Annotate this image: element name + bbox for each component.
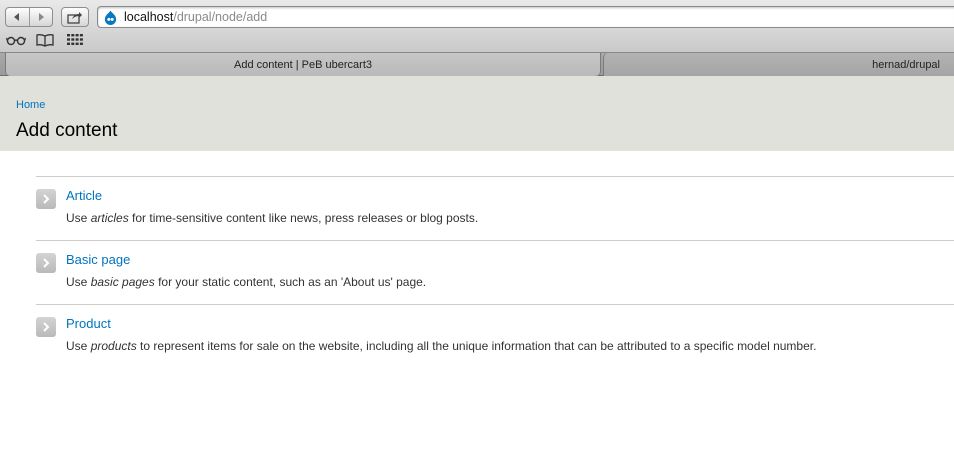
tab-add-content[interactable]: Add content | PeB ubercart3 [5,53,601,76]
list-item: Article Use articles for time-sensitive … [36,176,954,240]
content-type-description: Use basic pages for your static content,… [66,275,427,289]
back-arrow-icon [14,13,20,21]
book-icon [36,34,54,47]
list-item: Basic page Use basic pages for your stat… [36,240,954,304]
content-type-description: Use articles for time-sensitive content … [66,211,479,225]
url-host: localhost [124,10,174,24]
back-button[interactable] [6,8,29,26]
breadcrumb-home[interactable]: Home [16,99,45,111]
tab-hernad-drupal[interactable]: hernad/drupal [603,53,954,76]
bookmarks-button[interactable] [36,33,54,52]
bookmarks-bar [0,31,954,51]
chevron-right-icon[interactable] [36,253,56,273]
address-bar[interactable]: localhost/drupal/node/add [97,6,954,28]
chevron-right-icon[interactable] [36,317,56,337]
grid-icon [67,34,83,45]
url-path: /drupal/node/add [173,10,268,24]
content-type-link-product[interactable]: Product [66,316,111,331]
browser-toolbar: localhost/drupal/node/add [0,0,954,52]
forward-button[interactable] [28,8,53,26]
tab-bar: Add content | PeB ubercart3 hernad/drupa… [0,52,954,76]
content-type-link-basic-page[interactable]: Basic page [66,252,130,267]
glasses-icon [5,36,27,46]
content-type-description: Use products to represent items for sale… [66,339,817,353]
content-type-list: Article Use articles for time-sensitive … [36,176,954,368]
drupal-drop-icon [104,9,117,25]
nav-buttons [5,7,53,27]
share-button[interactable] [61,7,89,27]
forward-arrow-icon [38,13,44,21]
tab-title: Add content | PeB ubercart3 [234,58,372,71]
list-item: Product Use products to represent items … [36,304,954,368]
tab-title: hernad/drupal [872,58,940,71]
reading-list-button[interactable] [5,33,27,52]
page-header: Home Add content [0,76,954,151]
page-title: Add content [16,120,118,141]
top-sites-button[interactable] [67,33,83,52]
share-icon [67,11,82,24]
content-type-link-article[interactable]: Article [66,188,102,203]
chevron-right-icon[interactable] [36,189,56,209]
